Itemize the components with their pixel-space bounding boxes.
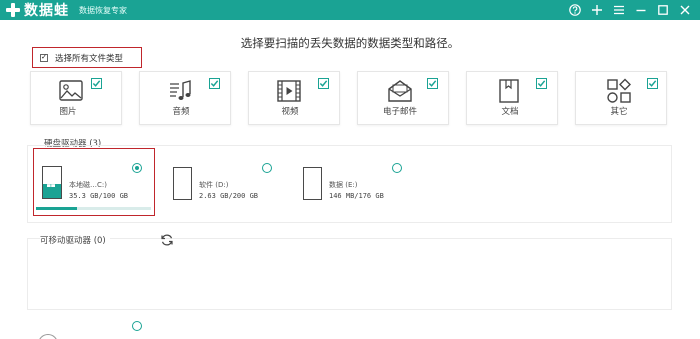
help-button[interactable] bbox=[564, 0, 586, 20]
file-type-checkbox[interactable] bbox=[318, 78, 329, 89]
drive-c-size: 35.3 GB/100 GB bbox=[69, 192, 129, 200]
file-type-checkbox[interactable] bbox=[536, 78, 547, 89]
help-icon bbox=[569, 4, 581, 16]
drive-d-name: 软件 (D:) bbox=[199, 181, 229, 189]
file-type-card-email[interactable]: 电子邮件 bbox=[357, 71, 449, 125]
select-all-label: 选择所有文件类型 bbox=[55, 53, 124, 64]
file-type-card-audio[interactable]: 音频 bbox=[139, 71, 231, 125]
music-icon bbox=[167, 78, 193, 104]
drive-c-radio[interactable] bbox=[132, 163, 142, 173]
email-icon bbox=[387, 78, 413, 104]
video-icon bbox=[276, 78, 302, 104]
file-type-label: 其它 bbox=[610, 107, 628, 117]
minimize-icon bbox=[636, 9, 646, 12]
file-type-label: 电子邮件 bbox=[382, 107, 417, 117]
menu-icon bbox=[614, 5, 624, 15]
maximize-button[interactable] bbox=[652, 0, 674, 20]
add-button[interactable] bbox=[586, 0, 608, 20]
document-icon bbox=[496, 78, 522, 104]
title-bar: 数据蛙 数据恢复专家 bbox=[0, 0, 700, 20]
app-logo-text: 数据蛙 bbox=[24, 3, 69, 19]
menu-button[interactable] bbox=[608, 0, 630, 20]
drive-c-usage-bar bbox=[36, 207, 151, 210]
window-controls bbox=[564, 0, 696, 20]
file-type-checkbox[interactable] bbox=[427, 78, 438, 89]
windows-icon bbox=[47, 181, 55, 187]
app-subtitle: 数据恢复专家 bbox=[79, 5, 127, 15]
removable-drive-panel bbox=[27, 238, 672, 310]
drive-c-name: 本地磁…C:) bbox=[69, 181, 107, 189]
minimize-button[interactable] bbox=[630, 0, 652, 20]
image-icon bbox=[58, 78, 84, 104]
refresh-button[interactable] bbox=[160, 232, 174, 246]
select-all-checkbox[interactable]: ✓ bbox=[40, 53, 48, 62]
refresh-icon bbox=[161, 234, 173, 246]
drive-d-icon[interactable] bbox=[173, 167, 192, 200]
file-type-card-other[interactable]: 其它 bbox=[575, 71, 667, 125]
file-type-label: 视频 bbox=[281, 107, 299, 117]
file-type-label: 文档 bbox=[501, 107, 519, 117]
file-type-checkbox[interactable] bbox=[647, 78, 658, 89]
logo-plus-icon bbox=[4, 1, 22, 19]
close-button[interactable] bbox=[674, 0, 696, 20]
drive-e-icon[interactable] bbox=[303, 167, 322, 200]
file-type-checkbox[interactable] bbox=[209, 78, 220, 89]
select-all-file-types[interactable]: ✓ 选择所有文件类型 bbox=[32, 47, 142, 68]
plus-icon bbox=[592, 5, 602, 15]
close-icon bbox=[680, 5, 690, 15]
partial-drive-icon bbox=[38, 334, 58, 339]
drive-e-size: 146 MB/176 GB bbox=[329, 192, 384, 200]
other-icon bbox=[606, 78, 632, 104]
file-type-label: 音频 bbox=[172, 107, 190, 117]
drive-e-name: 数据 (E:) bbox=[329, 181, 358, 189]
partial-radio[interactable] bbox=[132, 321, 142, 331]
drive-d-size: 2.63 GB/200 GB bbox=[199, 192, 259, 200]
removable-section-title: 可移动驱动器 (0) bbox=[40, 234, 110, 246]
drive-c-icon bbox=[42, 166, 62, 199]
app-logo: 数据蛙 bbox=[4, 0, 69, 20]
file-type-card-image[interactable]: 图片 bbox=[30, 71, 122, 125]
file-type-card-document[interactable]: 文档 bbox=[466, 71, 558, 125]
file-type-card-video[interactable]: 视频 bbox=[248, 71, 340, 125]
file-type-label: 图片 bbox=[59, 107, 77, 117]
drive-d-radio[interactable] bbox=[262, 163, 272, 173]
drive-e-radio[interactable] bbox=[392, 163, 402, 173]
file-type-checkbox[interactable] bbox=[91, 78, 102, 89]
maximize-icon bbox=[658, 5, 668, 15]
